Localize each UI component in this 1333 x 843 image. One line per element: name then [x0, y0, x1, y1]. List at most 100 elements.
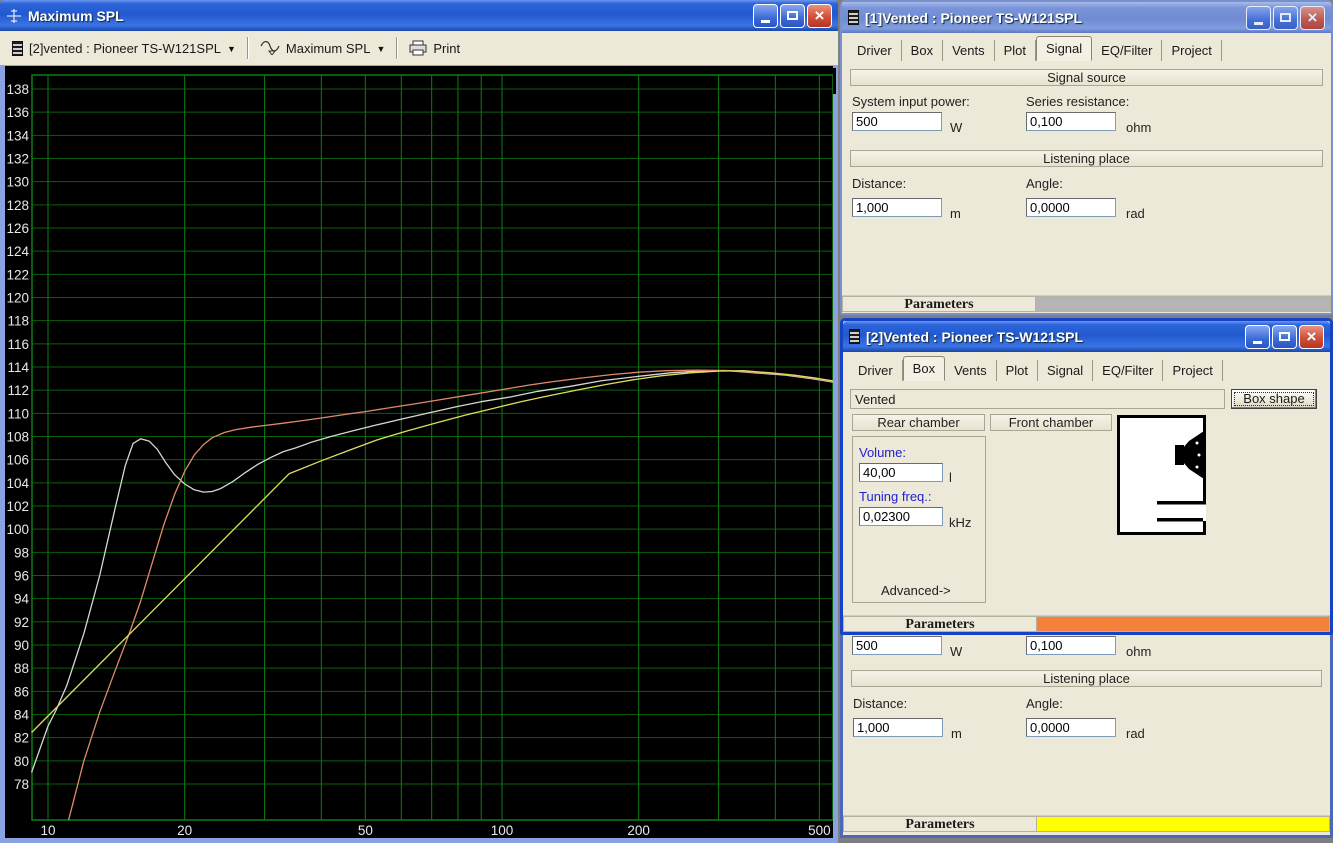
window2-titlebar[interactable]: [2]Vented : Pioneer TS-W121SPL ×: [843, 321, 1330, 352]
distance-label: Distance:: [852, 176, 906, 191]
system-input-power-field[interactable]: [852, 112, 942, 131]
maximize-button[interactable]: [1272, 325, 1297, 349]
project-selector-dropdown[interactable]: [2]vented : Pioneer TS-W121SPL ▼: [12, 41, 236, 56]
window-2-vented: [2]Vented : Pioneer TS-W121SPL × Driver …: [840, 318, 1333, 635]
window2-title: [2]Vented : Pioneer TS-W121SPL: [866, 329, 1083, 345]
spl-chart: 1381361341321301281261241221201181161141…: [5, 66, 833, 838]
svg-text:10: 10: [40, 823, 55, 838]
svg-text:500: 500: [808, 823, 831, 838]
desktop: { "plot_window": { "title": "Maximum SPL…: [0, 0, 1333, 843]
close-button[interactable]: ×: [1299, 325, 1324, 349]
angle-field[interactable]: [1026, 718, 1116, 737]
tab-driver[interactable]: Driver: [849, 360, 903, 381]
distance-unit-label: m: [951, 726, 962, 741]
svg-text:200: 200: [627, 823, 650, 838]
minimize-button[interactable]: [1245, 325, 1270, 349]
svg-text:130: 130: [6, 175, 29, 190]
box-shape-diagram: [1117, 415, 1206, 535]
tuning-unit-label: kHz: [949, 515, 971, 530]
tuning-freq-field[interactable]: [859, 507, 943, 526]
angle-label: Angle:: [1026, 176, 1063, 191]
series-resistance-field[interactable]: [1026, 112, 1116, 131]
print-button[interactable]: Print: [409, 40, 460, 56]
svg-text:122: 122: [6, 267, 29, 282]
tab-eq-filter[interactable]: EQ/Filter: [1092, 40, 1162, 61]
system-input-power-field[interactable]: [852, 636, 942, 655]
striped-document-icon: [848, 10, 859, 25]
close-button[interactable]: ×: [807, 4, 832, 28]
advanced-link[interactable]: Advanced->: [881, 583, 951, 598]
minimize-button[interactable]: [753, 4, 778, 28]
project-selector-label: [2]vented : Pioneer TS-W121SPL: [29, 41, 221, 56]
parameters-status-label[interactable]: Parameters: [843, 616, 1037, 632]
distance-field[interactable]: [852, 198, 942, 217]
svg-text:84: 84: [14, 707, 30, 722]
tab-project[interactable]: Project: [1163, 360, 1222, 381]
tab-signal[interactable]: Signal: [1038, 360, 1093, 381]
plot-type-dropdown[interactable]: Maximum SPL ▼: [260, 41, 385, 56]
striped-document-icon: [12, 41, 23, 56]
minimize-button[interactable]: [1246, 6, 1271, 30]
volume-label: Volume:: [859, 445, 906, 460]
system-input-power-label: System input power:: [852, 94, 970, 109]
volume-field[interactable]: [859, 463, 943, 482]
front-chamber-tab[interactable]: Front chamber: [990, 414, 1112, 431]
angle-unit-label: rad: [1126, 206, 1145, 221]
window-1-vented: [1]Vented : Pioneer TS-W121SPL × Driver …: [840, 0, 1333, 315]
svg-text:118: 118: [7, 314, 29, 329]
window3-progress-bar: [1037, 816, 1330, 832]
plot-window-titlebar[interactable]: Maximum SPL ×: [0, 0, 838, 31]
angle-unit-label: rad: [1126, 726, 1145, 741]
resistance-unit-label: ohm: [1126, 644, 1151, 659]
svg-text:136: 136: [6, 105, 29, 120]
maximize-button[interactable]: [1273, 6, 1298, 30]
svg-text:116: 116: [7, 337, 29, 352]
crosshair-icon: [6, 8, 22, 24]
svg-text:112: 112: [7, 383, 29, 398]
tab-eq-filter[interactable]: EQ/Filter: [1093, 360, 1163, 381]
tab-project[interactable]: Project: [1162, 40, 1221, 61]
tuning-freq-label: Tuning freq.:: [859, 489, 932, 504]
rear-chamber-tab[interactable]: Rear chamber: [852, 414, 985, 431]
volume-unit-label: l: [949, 470, 952, 485]
window1-titlebar[interactable]: [1]Vented : Pioneer TS-W121SPL ×: [842, 2, 1331, 33]
maximize-button[interactable]: [780, 4, 805, 28]
toolbar-separator: [396, 37, 398, 59]
window3-status-bar: Parameters: [843, 815, 1330, 832]
distance-label: Distance:: [853, 696, 907, 711]
tab-box[interactable]: Box: [903, 356, 945, 381]
svg-text:104: 104: [6, 476, 29, 491]
tab-signal[interactable]: Signal: [1036, 36, 1092, 61]
svg-text:86: 86: [14, 684, 29, 699]
window2-tabrow: Driver Box Vents Plot Signal EQ/Filter P…: [843, 355, 1330, 381]
svg-text:82: 82: [14, 731, 29, 746]
rear-chamber-panel: Volume: l Tuning freq.: kHz Advanced->: [852, 436, 986, 603]
box-type-selector[interactable]: Vented: [850, 389, 1225, 409]
tab-vents[interactable]: Vents: [945, 360, 997, 381]
tab-plot[interactable]: Plot: [997, 360, 1038, 381]
distance-unit-label: m: [950, 206, 961, 221]
focus-rect: [1234, 392, 1314, 406]
series-resistance-field[interactable]: [1026, 636, 1116, 655]
angle-field[interactable]: [1026, 198, 1116, 217]
spl-plot-area[interactable]: 1381361341321301281261241221201181161141…: [5, 66, 833, 838]
tab-vents[interactable]: Vents: [943, 40, 995, 61]
vent-wall-bottom: [1157, 518, 1203, 522]
listening-place-header: Listening place: [850, 150, 1323, 167]
svg-text:50: 50: [358, 823, 373, 838]
angle-label: Angle:: [1026, 696, 1063, 711]
close-button[interactable]: ×: [1300, 6, 1325, 30]
parameters-status-label[interactable]: Parameters: [842, 296, 1036, 312]
tab-driver[interactable]: Driver: [848, 40, 902, 61]
svg-text:126: 126: [6, 221, 29, 236]
svg-text:92: 92: [14, 615, 29, 630]
distance-field[interactable]: [853, 718, 943, 737]
vent-wall-top: [1157, 501, 1206, 505]
parameters-status-label[interactable]: Parameters: [843, 816, 1037, 832]
tab-box[interactable]: Box: [902, 40, 943, 61]
plot-type-label: Maximum SPL: [286, 41, 371, 56]
tab-plot[interactable]: Plot: [995, 40, 1036, 61]
box-shape-button[interactable]: Box shape: [1231, 389, 1317, 409]
svg-text:124: 124: [6, 244, 29, 259]
svg-text:106: 106: [6, 453, 29, 468]
